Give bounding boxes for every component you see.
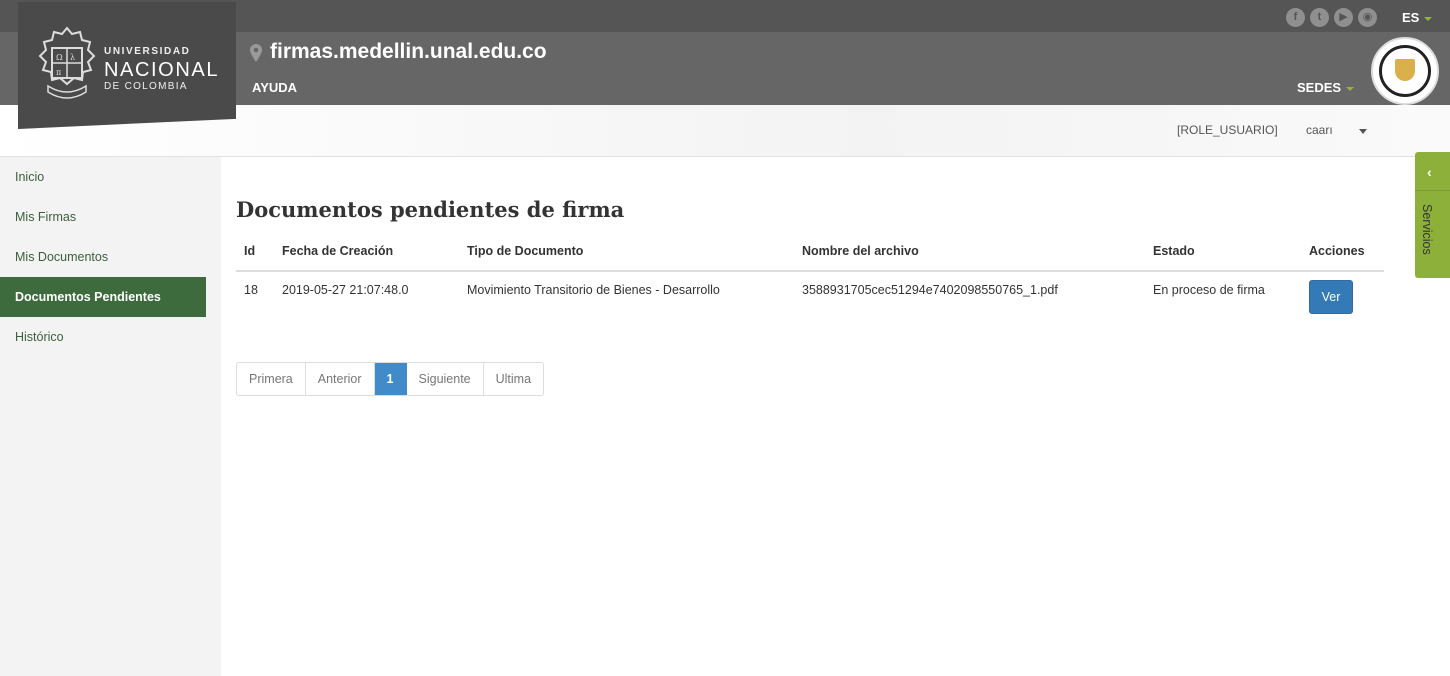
chevron-down-icon[interactable] <box>1359 129 1367 134</box>
logo-text-de-colombia: DE COLOMBIA <box>104 81 188 92</box>
sidebar-item-inicio[interactable]: Inicio <box>0 157 206 197</box>
location-pin-icon <box>250 44 262 62</box>
user-menu[interactable]: caarı <box>1306 123 1333 137</box>
sedes-dropdown[interactable]: SEDES <box>1297 80 1355 95</box>
pagination-next[interactable]: Siguiente <box>407 363 484 395</box>
sidebar-item-documentos-pendientes[interactable]: Documentos Pendientes <box>0 277 206 317</box>
chevron-down-icon <box>1346 86 1355 91</box>
twitter-icon[interactable]: t <box>1310 8 1329 27</box>
sidebar-item-historico[interactable]: Histórico <box>0 317 206 357</box>
page-title: Documentos pendientes de firma <box>236 197 625 222</box>
sedes-label: SEDES <box>1297 80 1342 95</box>
coat-of-arms-icon <box>1395 59 1415 81</box>
facebook-icon[interactable]: f <box>1286 8 1305 27</box>
logo-text-universidad: UNIVERSIDAD <box>104 46 191 57</box>
pagination-last[interactable]: Ultima <box>484 363 543 395</box>
chevron-down-icon <box>1424 16 1433 21</box>
language-label: ES <box>1402 10 1420 25</box>
svg-text:Ω: Ω <box>56 53 63 62</box>
sidebar-item-mis-documentos[interactable]: Mis Documentos <box>0 237 206 277</box>
pagination: Primera Anterior 1 Siguiente Ultima <box>236 362 545 396</box>
cell-fecha: 2019-05-27 21:07:48.0 <box>282 283 409 297</box>
pagination-prev[interactable]: Anterior <box>306 363 375 395</box>
republica-de-colombia-seal[interactable] <box>1371 37 1439 105</box>
chevron-left-icon[interactable]: ‹ <box>1427 164 1432 180</box>
sidebar-item-mis-firmas[interactable]: Mis Firmas <box>0 197 206 237</box>
table-header-divider <box>236 270 1384 272</box>
column-header-estado: Estado <box>1153 244 1195 258</box>
university-logo[interactable]: Ω λ π UNIVERSIDAD NACIONAL DE COLOMBIA <box>18 2 236 129</box>
column-header-acciones: Acciones <box>1309 244 1365 258</box>
view-document-button[interactable]: Ver <box>1309 280 1353 314</box>
language-selector[interactable]: ES <box>1402 10 1433 25</box>
column-header-id: Id <box>244 244 256 258</box>
user-role: [ROLE_USUARIO] <box>1177 123 1278 137</box>
cell-id: 18 <box>244 283 258 297</box>
site-title: firmas.medellin.unal.edu.co <box>270 40 547 63</box>
logo-text-nacional: NACIONAL <box>104 59 220 81</box>
pagination-first[interactable]: Primera <box>237 363 306 395</box>
youtube-icon[interactable]: ▶ <box>1334 8 1353 27</box>
sidebar: Inicio Mis Firmas Mis Documentos Documen… <box>0 157 221 676</box>
cell-estado: En proceso de firma <box>1153 283 1265 297</box>
cell-tipo: Movimiento Transitorio de Bienes - Desar… <box>467 283 720 297</box>
column-header-archivo: Nombre del archivo <box>802 244 919 258</box>
services-tab[interactable]: ‹ Servicios <box>1415 152 1450 278</box>
column-header-tipo: Tipo de Documento <box>467 244 584 258</box>
cell-archivo: 3588931705cec51294e7402098550765_1.pdf <box>802 283 1058 297</box>
svg-text:λ: λ <box>70 53 75 62</box>
svg-text:π: π <box>56 68 61 77</box>
column-header-fecha: Fecha de Creación <box>282 244 394 258</box>
services-label: Servicios <box>1420 204 1434 255</box>
help-link[interactable]: AYUDA <box>252 80 297 95</box>
services-divider <box>1415 190 1450 191</box>
university-shield-icon: Ω λ π <box>38 26 96 99</box>
rss-icon[interactable]: ◉ <box>1358 8 1377 27</box>
seal-ring <box>1379 45 1431 97</box>
pagination-current-page[interactable]: 1 <box>374 363 407 395</box>
